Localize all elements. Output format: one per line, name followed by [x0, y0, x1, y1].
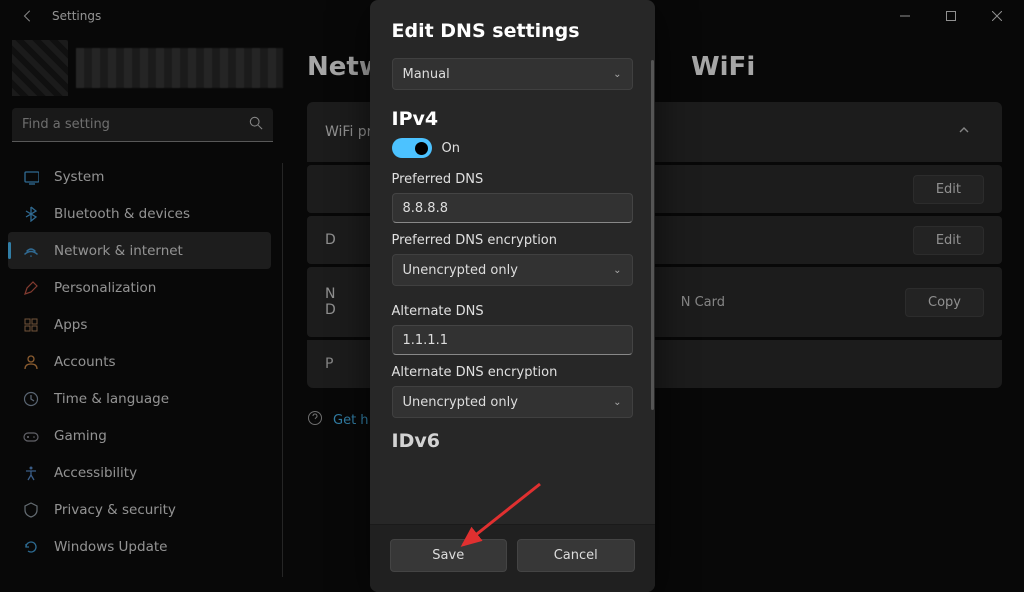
chevron-down-icon: ⌄ — [613, 397, 621, 408]
preferred-dns-input[interactable] — [392, 193, 633, 223]
chevron-down-icon: ⌄ — [613, 69, 621, 80]
preferred-dns-enc-label: Preferred DNS encryption — [392, 233, 633, 248]
preferred-dns-enc-select[interactable]: Unencrypted only ⌄ — [392, 254, 633, 286]
alternate-dns-label: Alternate DNS — [392, 304, 633, 319]
edit-dns-dialog: Edit DNS settings Manual ⌄ IPv4 On Prefe… — [370, 0, 655, 592]
chevron-down-icon: ⌄ — [613, 265, 621, 276]
save-button[interactable]: Save — [390, 539, 508, 572]
dialog-title: Edit DNS settings — [392, 20, 633, 42]
preferred-dns-label: Preferred DNS — [392, 172, 633, 187]
alternate-dns-input[interactable] — [392, 325, 633, 355]
alternate-dns-enc-select[interactable]: Unencrypted only ⌄ — [392, 386, 633, 418]
ipv6-heading: IDv6 — [392, 430, 633, 452]
dns-mode-select[interactable]: Manual ⌄ — [392, 58, 633, 90]
modal-overlay: Edit DNS settings Manual ⌄ IPv4 On Prefe… — [0, 0, 1024, 592]
ipv4-toggle[interactable] — [392, 138, 432, 158]
ipv4-heading: IPv4 — [392, 108, 633, 130]
toggle-state-label: On — [442, 141, 460, 156]
alternate-dns-enc-label: Alternate DNS encryption — [392, 365, 633, 380]
cancel-button[interactable]: Cancel — [517, 539, 635, 572]
dialog-scrollbar[interactable] — [651, 60, 654, 410]
